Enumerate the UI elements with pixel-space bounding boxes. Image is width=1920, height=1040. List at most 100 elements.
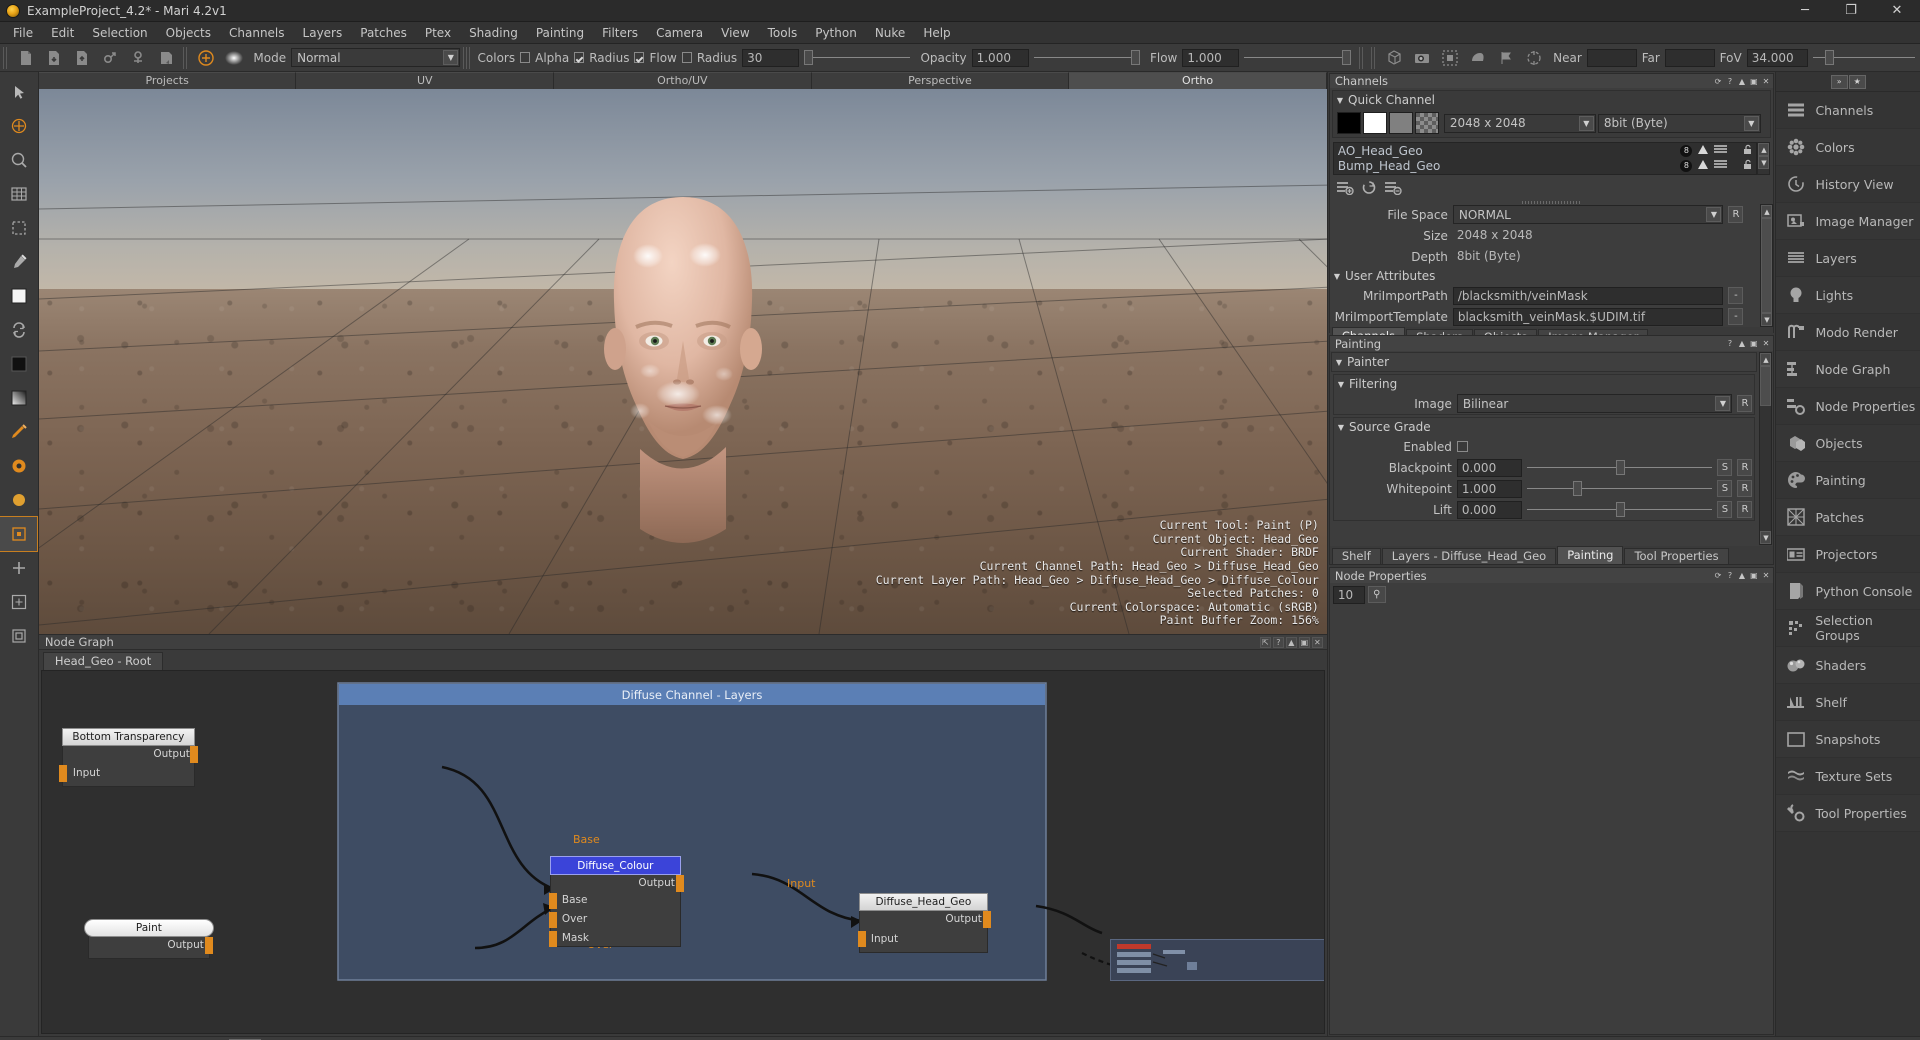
quick-channel-depth-combo[interactable]: 8bit (Byte) ▼: [1597, 113, 1761, 133]
source-grade-enabled-checkbox[interactable]: [1456, 441, 1468, 452]
gradient-swatch-icon[interactable]: [0, 381, 37, 415]
channel-list-scrollbar[interactable]: ▲ ▼: [1757, 142, 1771, 175]
attribute-remove-button[interactable]: -: [1728, 287, 1744, 304]
menu-item-filters[interactable]: Filters: [593, 23, 647, 43]
properties-scrollbar[interactable]: ▲ ▼: [1760, 204, 1774, 327]
menu-item-channels[interactable]: Channels: [220, 23, 294, 43]
viewport-tab-projects[interactable]: Projects: [38, 72, 297, 89]
node-properties-value-input[interactable]: 10: [1332, 586, 1365, 604]
paint-through-icon[interactable]: [0, 449, 37, 483]
attribute-value-input[interactable]: /blacksmith/veinMask: [1452, 286, 1724, 305]
tab-tool-properties[interactable]: Tool Properties: [1624, 548, 1729, 564]
node-properties-pin-icon[interactable]: ⚲: [1367, 586, 1386, 603]
toolbar-grip-5[interactable]: [1370, 46, 1378, 69]
wireframe-icon[interactable]: [1380, 46, 1408, 70]
breadcrumb[interactable]: Head_Geo - Root: [42, 652, 164, 670]
background-color-swatch[interactable]: [0, 347, 37, 381]
palette-item-layers[interactable]: Layers: [1776, 240, 1920, 277]
save-project-icon[interactable]: [68, 46, 96, 70]
toolbar-grip-2[interactable]: [183, 46, 190, 69]
transform-selection-icon[interactable]: [0, 585, 37, 619]
channel-list-item[interactable]: AO_Head_Geo 8: [1334, 143, 1757, 158]
paint-tool-icon[interactable]: [0, 415, 37, 449]
node-bottom-transparency[interactable]: Bottom Transparency Output Input: [58, 728, 198, 787]
palette-item-channels[interactable]: Channels: [1776, 92, 1920, 129]
palette-item-patches[interactable]: Patches: [1776, 499, 1920, 536]
palette-item-colors[interactable]: Colors: [1776, 129, 1920, 166]
opacity-slider[interactable]: [1033, 49, 1140, 67]
node-paint[interactable]: Paint Output: [83, 919, 214, 959]
layers-icon[interactable]: [1714, 159, 1728, 173]
grade-reset-button[interactable]: R: [1737, 501, 1753, 518]
minimize-button[interactable]: ─: [1782, 0, 1828, 22]
image-filter-reset-button[interactable]: R: [1737, 395, 1753, 412]
input-port-mask[interactable]: [548, 931, 557, 947]
viewport-tab-perspective[interactable]: Perspective: [811, 72, 1070, 89]
palette-item-tool-properties[interactable]: Tool Properties: [1776, 795, 1920, 832]
grade-value-input[interactable]: 0.000: [1456, 500, 1522, 519]
input-port[interactable]: [857, 931, 866, 947]
palette-item-shaders[interactable]: Shaders: [1776, 647, 1920, 684]
export-icon[interactable]: [124, 46, 152, 70]
scroll-down-icon[interactable]: ▼: [1761, 313, 1773, 326]
visibility-icon[interactable]: [1697, 144, 1709, 158]
float-icon[interactable]: ▣: [1748, 570, 1759, 581]
input-port[interactable]: [58, 765, 67, 782]
mode-combo[interactable]: Normal ▼: [291, 48, 461, 67]
menu-item-painting[interactable]: Painting: [527, 23, 593, 43]
source-grade-section-header[interactable]: ▼ Source Grade: [1334, 418, 1755, 436]
open-project-icon[interactable]: [40, 46, 68, 70]
menu-item-ptex[interactable]: Ptex: [416, 23, 460, 43]
grade-set-button[interactable]: S: [1717, 501, 1733, 518]
node-diffuse-head-geo[interactable]: Diffuse_Head_Geo Output Input: [857, 893, 991, 953]
float-icon[interactable]: ▣: [1748, 76, 1759, 87]
tab-painting[interactable]: Painting: [1557, 546, 1624, 564]
expand-palettes-icon[interactable]: »: [1830, 74, 1848, 89]
refresh-icon[interactable]: ⟳: [1712, 570, 1723, 581]
quick-channel-header[interactable]: ▼ Quick Channel: [1333, 91, 1771, 109]
grade-slider[interactable]: [1526, 501, 1713, 519]
eyedropper-tool-icon[interactable]: [0, 245, 37, 279]
node-graph-minimap[interactable]: [1109, 939, 1324, 981]
menu-item-camera[interactable]: Camera: [647, 23, 712, 43]
menu-item-file[interactable]: File: [4, 23, 42, 43]
scroll-down-icon[interactable]: ▼: [1760, 531, 1772, 544]
far-input[interactable]: [1664, 48, 1715, 67]
transparent-swatch[interactable]: [1414, 112, 1439, 134]
menu-item-shading[interactable]: Shading: [460, 23, 527, 43]
palette-item-history-view[interactable]: History View: [1776, 166, 1920, 203]
refresh-icon[interactable]: ⟳: [1712, 76, 1723, 87]
node-diffuse-colour[interactable]: Diffuse_Colour Output Base Over Mask: [548, 856, 684, 947]
palette-item-modo-render[interactable]: Modo Render: [1776, 314, 1920, 351]
palette-item-texture-sets[interactable]: Texture Sets: [1776, 758, 1920, 795]
help-icon[interactable]: ?: [1272, 636, 1284, 648]
scroll-down-icon[interactable]: ▼: [1758, 156, 1770, 169]
menu-item-view[interactable]: View: [712, 23, 758, 43]
grade-set-button[interactable]: S: [1717, 480, 1733, 497]
scroll-up-icon[interactable]: ▲: [1760, 353, 1772, 366]
palette-item-snapshots[interactable]: Snapshots: [1776, 721, 1920, 758]
uv-grid-tool-icon[interactable]: [0, 177, 37, 211]
add-tool-icon[interactable]: [0, 551, 37, 585]
channel-list[interactable]: AO_Head_Geo 8 Bump_Head_Geo 8: [1332, 142, 1758, 175]
remove-channel-icon[interactable]: [1384, 180, 1402, 198]
menu-item-selection[interactable]: Selection: [83, 23, 156, 43]
swap-colors-icon[interactable]: [0, 313, 37, 347]
input-port-base[interactable]: [548, 893, 557, 909]
grey-swatch[interactable]: [1388, 112, 1413, 134]
fov-slider[interactable]: [1813, 49, 1916, 67]
palette-item-painting[interactable]: Painting: [1776, 462, 1920, 499]
add-brush-icon[interactable]: [192, 46, 220, 70]
blur-tool-icon[interactable]: [0, 483, 37, 517]
3d-viewport[interactable]: Current Tool: Paint (P) Current Object: H…: [38, 89, 1327, 634]
import-icon[interactable]: [96, 46, 124, 70]
snapshot-icon[interactable]: [152, 46, 180, 70]
grade-slider[interactable]: [1526, 480, 1713, 498]
node-graph-canvas[interactable]: Diffuse Channel - Layers Base Over Input: [40, 670, 1325, 1034]
input-port-over[interactable]: [548, 912, 557, 928]
help-icon[interactable]: ?: [1724, 338, 1735, 349]
new-project-icon[interactable]: [12, 46, 40, 70]
close-icon[interactable]: ✕: [1760, 338, 1771, 349]
maximize-panel-icon[interactable]: ▣: [1298, 636, 1310, 648]
pin-palettes-icon[interactable]: ★: [1848, 74, 1866, 89]
